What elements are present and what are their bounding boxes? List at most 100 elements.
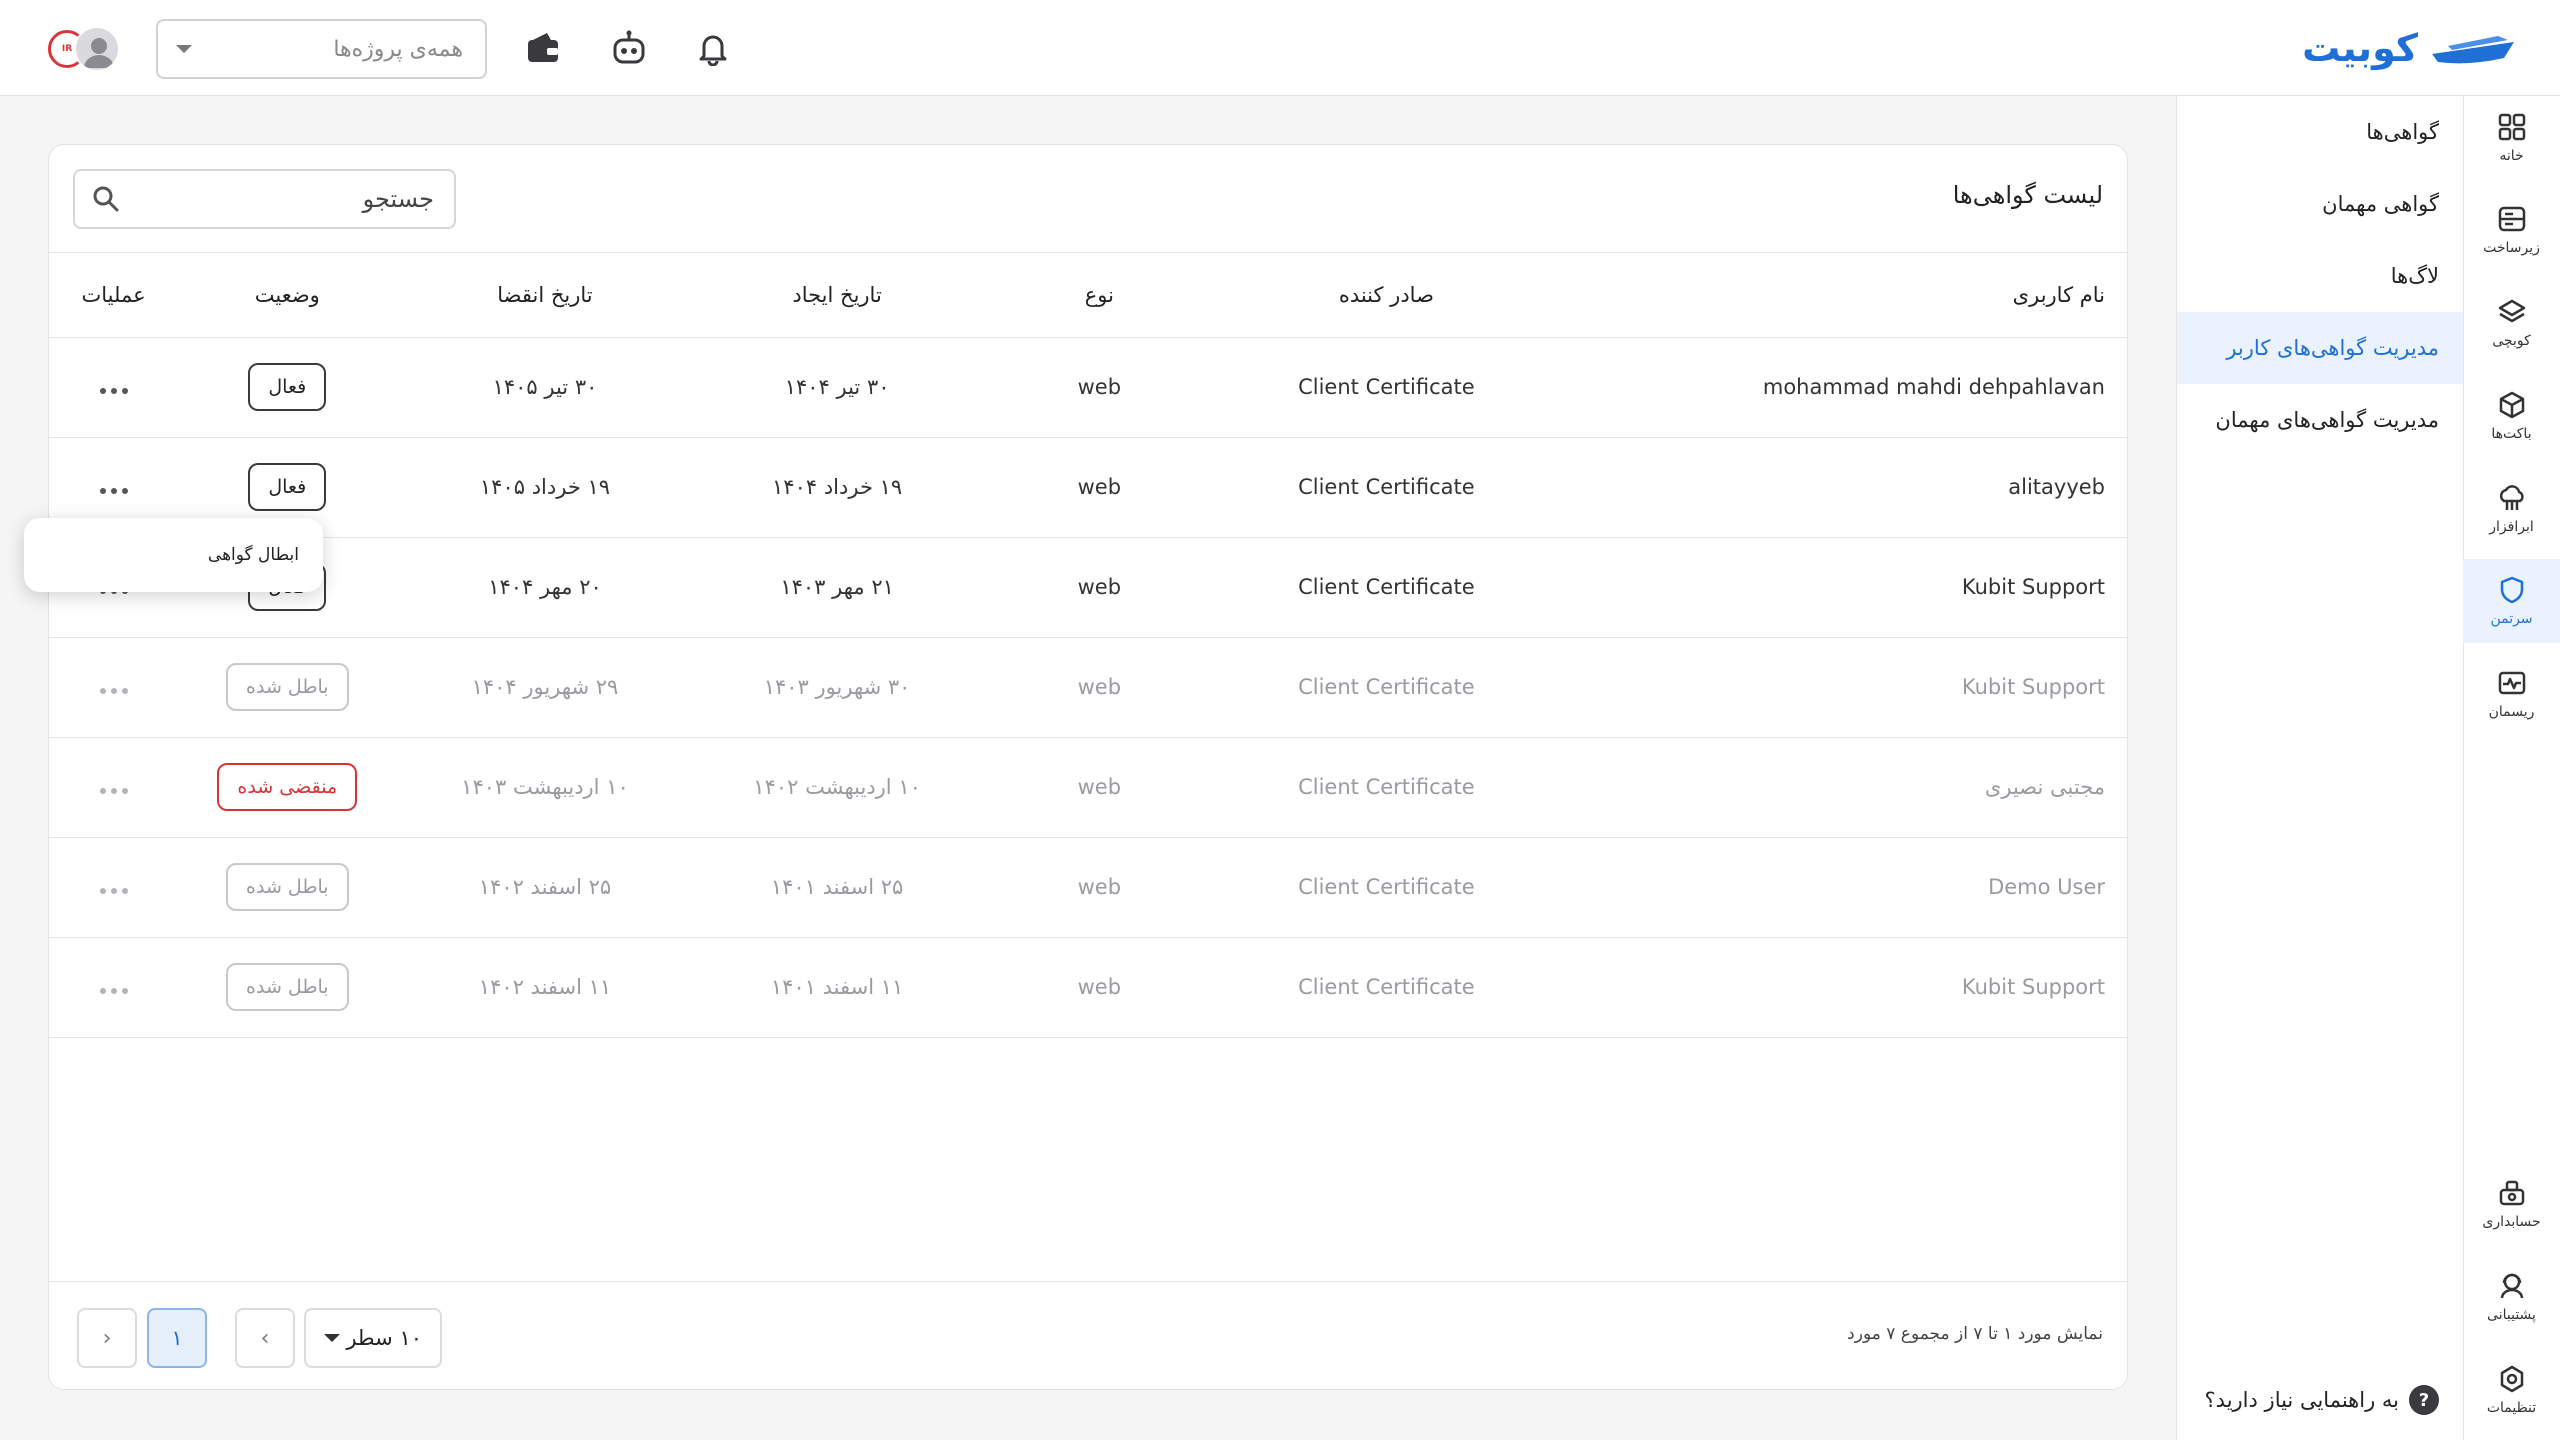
rail-item-home[interactable]: خانه	[2463, 96, 2560, 180]
help-label: به راهنمایی نیاز دارید؟	[2204, 1388, 2399, 1412]
search-input[interactable]: جستجو	[73, 169, 456, 229]
rail-item-support[interactable]: پشتیبانی	[2463, 1255, 2560, 1339]
rail-item-monitoring[interactable]: ریسمان	[2463, 652, 2560, 736]
chevron-down-icon	[324, 1334, 340, 1342]
sub-navigation: گواهی‌ها گواهی مهمان لاگ‌ها مدیریت گواهی…	[2176, 96, 2463, 1440]
cell-expire: ۱۰ اردیبهشت ۱۴۰۳	[396, 737, 694, 838]
cell-created: ۱۰ اردیبهشت ۱۴۰۲	[693, 737, 981, 838]
menu-item-revoke-certificate[interactable]: ابطال گواهی	[208, 545, 299, 565]
subnav-item-user-cert-management[interactable]: مدیریت گواهی‌های کاربر	[2177, 312, 2463, 384]
cell-expire: ۲۰ مهر ۱۴۰۴	[396, 537, 694, 638]
project-select[interactable]: همه‌ی پروژه‌ها	[156, 19, 487, 79]
page-title: لیست گواهی‌ها	[1952, 181, 2103, 209]
subnav-label: گواهی مهمان	[2322, 192, 2439, 216]
cell-type: web	[980, 837, 1218, 938]
chevron-down-icon	[176, 45, 192, 53]
rail-item-cloud-app[interactable]: ابرافزار	[2463, 467, 2560, 551]
brand-logo[interactable]: کوبیت	[2302, 22, 2518, 74]
rail-item-kubchi[interactable]: کوبچی	[2463, 281, 2560, 365]
cell-created: ۱۱ اسفند ۱۴۰۱	[693, 937, 981, 1038]
cell-type: web	[980, 937, 1218, 1038]
table-header-row: نام کاربری صادر کننده نوع تاریخ ایجاد تا…	[49, 253, 2127, 338]
cell-expire: ۲۹ شهریور ۱۴۰۴	[396, 637, 694, 738]
cell-user: Kubit Support	[1554, 937, 2127, 1038]
cell-status: منقضی شده	[178, 737, 397, 838]
rail-label: باکت‌ها	[2491, 426, 2532, 442]
subnav-label: مدیریت گواهی‌های کاربر	[2226, 336, 2439, 360]
rail-item-accounting[interactable]: حسابداری	[2463, 1162, 2560, 1246]
more-options-icon[interactable]	[99, 888, 128, 894]
cell-operations	[49, 737, 179, 838]
support-icon	[2500, 1273, 2523, 1299]
subnav-item-guest-cert-management[interactable]: مدیریت گواهی‌های مهمان	[2177, 384, 2463, 456]
bell-icon[interactable]	[692, 27, 734, 69]
cell-created: ۲۱ مهر ۱۴۰۳	[693, 537, 981, 638]
card-header: لیست گواهی‌ها جستجو	[49, 145, 2127, 253]
robot-icon[interactable]	[608, 27, 650, 69]
column-header-user[interactable]: نام کاربری	[1554, 253, 2127, 338]
cell-created: ۳۰ تیر ۱۴۰۴	[693, 337, 981, 438]
page-button-current[interactable]: ۱	[147, 1308, 207, 1368]
cell-user: Kubit Support	[1554, 537, 2127, 638]
subnav-item-logs[interactable]: لاگ‌ها	[2177, 240, 2463, 312]
cell-issuer: Client Certificate	[1217, 737, 1555, 838]
subnav-item-guest-certificate[interactable]: گواهی مهمان	[2177, 168, 2463, 240]
more-options-icon[interactable]	[99, 788, 128, 794]
cell-user: مجتبی نصیری	[1554, 737, 2127, 838]
column-header-type[interactable]: نوع	[980, 253, 1218, 338]
status-badge: فعال	[248, 463, 327, 511]
certificates-table: نام کاربری صادر کننده نوع تاریخ ایجاد تا…	[49, 253, 2127, 1038]
cell-operations	[49, 937, 179, 1038]
prev-page-button[interactable]: ‹	[235, 1308, 295, 1368]
top-bar: کوبیت همه‌ی پروژه‌ها IR	[0, 0, 2560, 96]
cell-type: web	[980, 337, 1218, 438]
more-options-icon[interactable]	[99, 988, 128, 994]
user-menu[interactable]: IR	[48, 26, 124, 72]
more-options-icon[interactable]	[99, 688, 128, 694]
status-badge: باطل شده	[226, 963, 349, 1011]
rail-item-infrastructure[interactable]: زیرساخت	[2463, 188, 2560, 272]
subnav-label: گواهی‌ها	[2366, 120, 2439, 144]
column-header-expire[interactable]: تاریخ انقضا	[396, 253, 694, 338]
cell-created: ۲۵ اسفند ۱۴۰۱	[693, 837, 981, 938]
status-badge: باطل شده	[226, 863, 349, 911]
cell-operations	[49, 837, 179, 938]
cell-issuer: Client Certificate	[1217, 937, 1555, 1038]
rows-per-page-value: ۱۰ سطر	[346, 1326, 422, 1350]
more-options-icon[interactable]	[99, 488, 128, 494]
rail-label: کوبچی	[2492, 333, 2531, 349]
search-icon	[93, 186, 119, 212]
cell-status: فعال	[178, 337, 397, 438]
user-avatar-icon	[74, 26, 120, 72]
column-header-issuer[interactable]: صادر کننده	[1217, 253, 1555, 338]
next-page-button[interactable]: ›	[77, 1308, 137, 1368]
column-header-created[interactable]: تاریخ ایجاد	[693, 253, 981, 338]
subnav-item-certificates[interactable]: گواهی‌ها	[2177, 96, 2463, 168]
rows-per-page-select[interactable]: ۱۰ سطر	[304, 1308, 442, 1368]
cell-expire: ۲۵ اسفند ۱۴۰۲	[396, 837, 694, 938]
boat-logo-icon	[2432, 36, 2514, 64]
rail-item-buckets[interactable]: باکت‌ها	[2463, 374, 2560, 458]
cell-created: ۱۹ خرداد ۱۴۰۴	[693, 437, 981, 538]
cell-expire: ۱۹ خرداد ۱۴۰۵	[396, 437, 694, 538]
table-row: Kubit Support Client Certificate web ۲۱ …	[49, 537, 2127, 638]
cell-operations	[49, 637, 179, 738]
chevron-left-icon: ›	[102, 1325, 112, 1351]
rail-item-certman[interactable]: سرتمن	[2463, 559, 2560, 643]
wallet-icon[interactable]	[522, 27, 564, 69]
rail-label: خانه	[2499, 148, 2524, 164]
rail-item-settings[interactable]: تنظیمات	[2463, 1348, 2560, 1432]
subnav-label: مدیریت گواهی‌های مهمان	[2215, 408, 2439, 432]
rail-label: حسابداری	[2482, 1214, 2541, 1230]
table-row: Kubit Support Client Certificate web ۳۰ …	[49, 637, 2127, 738]
column-header-status[interactable]: وضعیت	[178, 253, 397, 338]
pagination-bar: نمایش مورد ۱ تا ۷ از مجموع ۷ مورد ۱۰ سطر…	[49, 1281, 2127, 1389]
subnav-label: لاگ‌ها	[2390, 264, 2439, 288]
table-row: Kubit Support Client Certificate web ۱۱ …	[49, 937, 2127, 1038]
monitor-pulse-icon	[2498, 671, 2525, 695]
more-options-icon[interactable]	[99, 388, 128, 394]
cloud-app-icon	[2499, 485, 2524, 510]
help-link[interactable]: ? به راهنمایی نیاز دارید؟	[2205, 1380, 2439, 1420]
table-row: مجتبی نصیری Client Certificate web ۱۰ ار…	[49, 737, 2127, 838]
cell-type: web	[980, 437, 1218, 538]
